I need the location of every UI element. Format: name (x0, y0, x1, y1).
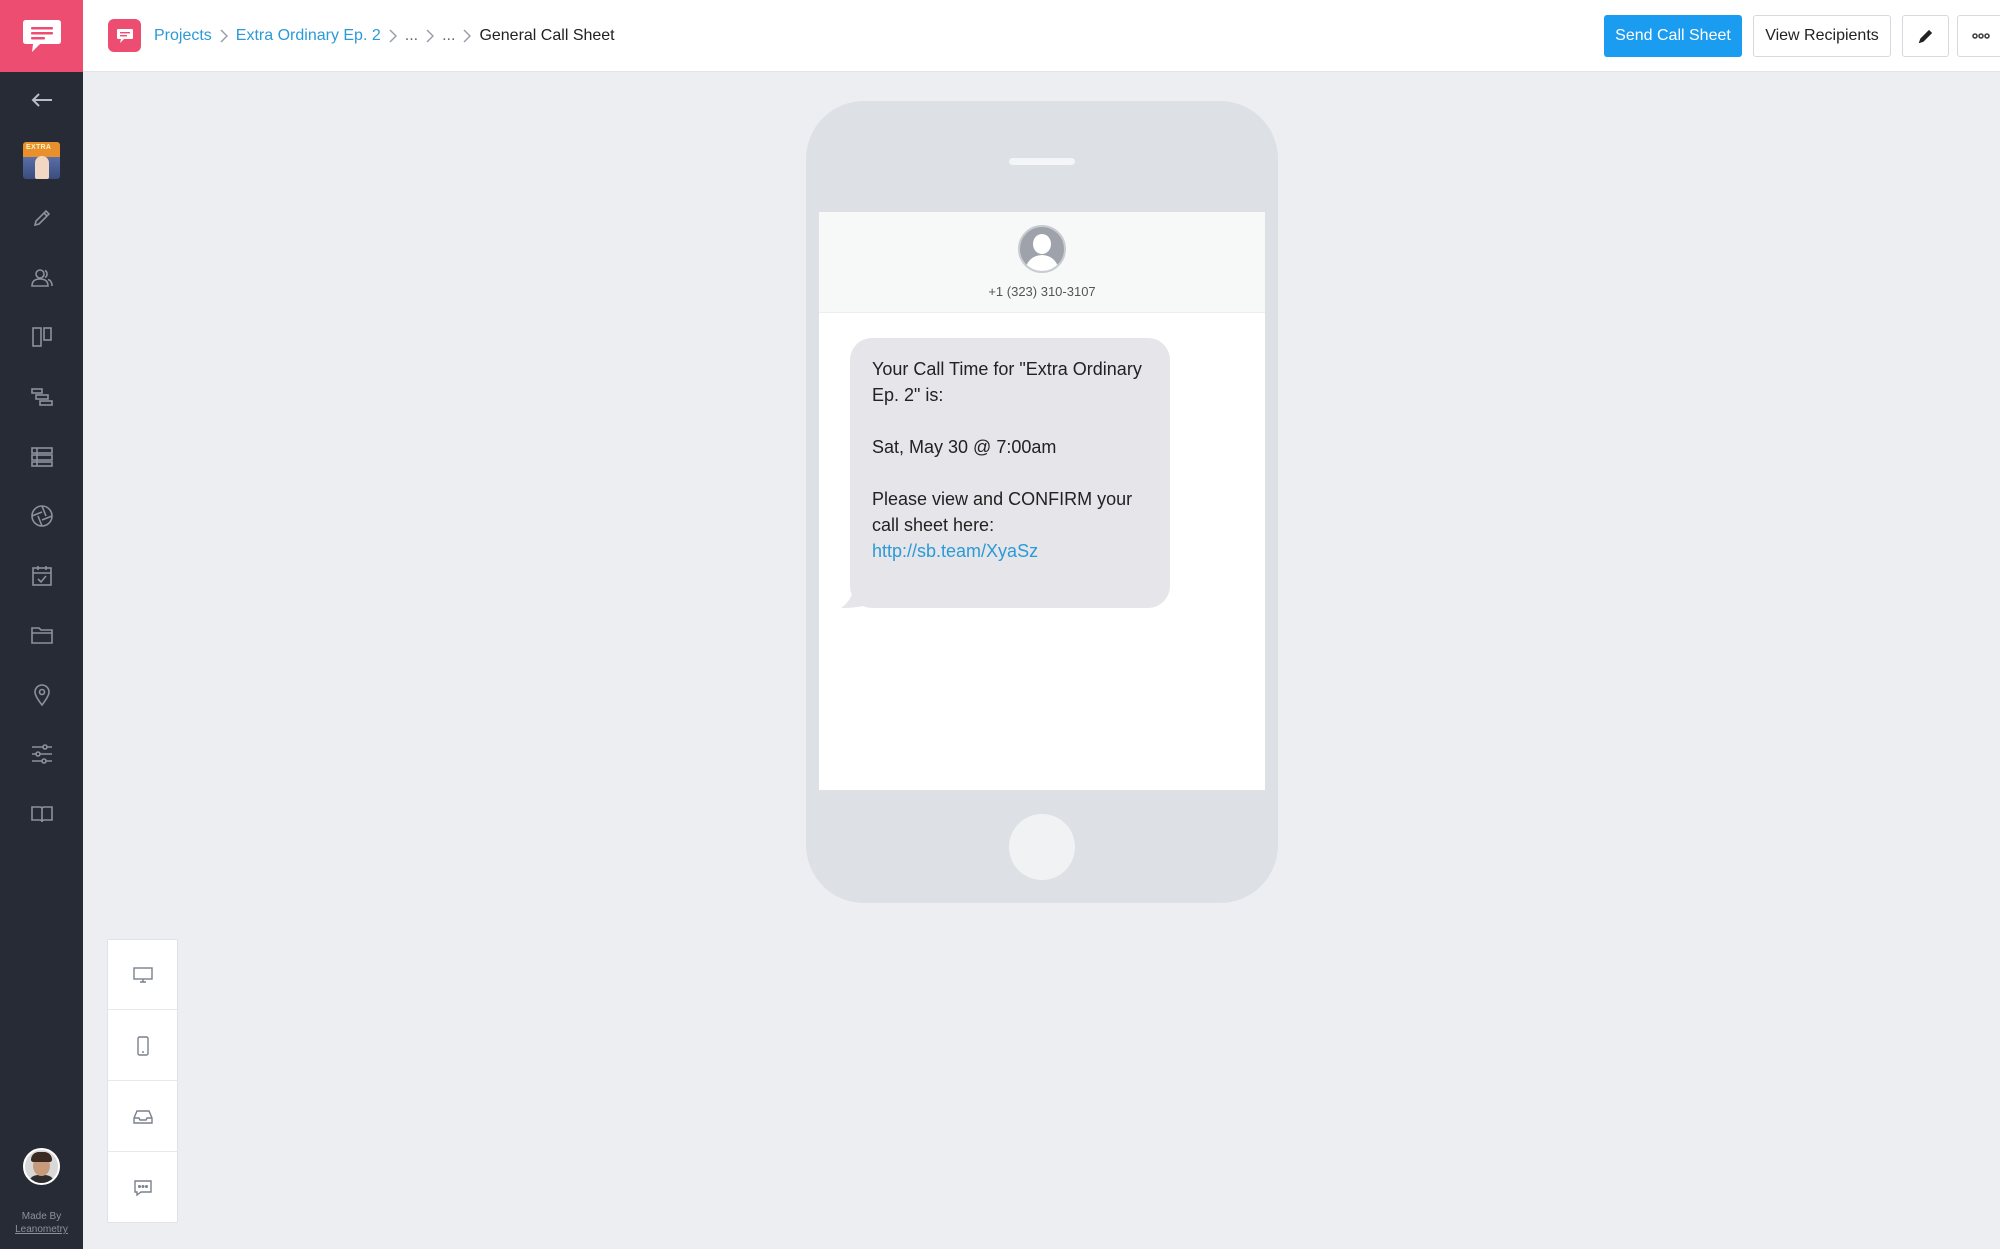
edit-button[interactable] (1902, 15, 1949, 57)
book-icon[interactable] (0, 794, 83, 834)
timeline-icon[interactable] (0, 377, 83, 417)
phone-preview: +1 (323) 310-3107 Your Call Time for "Ex… (806, 101, 1278, 903)
more-options-button[interactable] (1957, 15, 2000, 57)
phone-home-button (1009, 814, 1075, 880)
people-icon[interactable] (0, 258, 83, 298)
sliders-icon[interactable] (0, 734, 83, 774)
inbox-icon (132, 1109, 153, 1124)
pencil-icon[interactable] (0, 198, 83, 238)
message-line-call-time: Your Call Time for "Extra Ordinary Ep. 2… (872, 359, 1142, 405)
user-avatar[interactable] (23, 1148, 60, 1185)
breadcrumb-current: General Call Sheet (479, 27, 615, 44)
list-icon[interactable] (0, 437, 83, 477)
desktop-icon (132, 966, 153, 983)
app-logo[interactable] (0, 0, 83, 72)
breadcrumb-collapsed-1[interactable]: ... (405, 27, 418, 45)
phone-speaker (1009, 158, 1075, 165)
phone-screen: +1 (323) 310-3107 Your Call Time for "Ex… (819, 212, 1265, 790)
chevron-right-icon (389, 29, 397, 43)
mobile-phone-icon (136, 1035, 149, 1056)
breadcrumb-project[interactable]: Extra Ordinary Ep. 2 (236, 27, 381, 45)
pencil-icon (1918, 29, 1932, 44)
sms-view-toggle[interactable] (108, 1153, 177, 1223)
sms-bubble-icon (133, 1180, 152, 1197)
view-recipients-button[interactable]: View Recipients (1753, 15, 1891, 57)
project-thumbnail[interactable]: EXTRA (23, 142, 60, 179)
calendar-check-icon[interactable] (0, 556, 83, 596)
aperture-icon[interactable] (0, 496, 83, 536)
contact-avatar-icon (1018, 225, 1066, 273)
made-by-credit: Made By Leanometry (0, 1210, 83, 1236)
call-sheet-app-icon (108, 19, 141, 52)
message-link[interactable]: http://sb.team/XyaSz (872, 538, 1148, 564)
made-by-brand-link[interactable]: Leanometry (0, 1223, 83, 1236)
desktop-view-toggle[interactable] (108, 940, 177, 1010)
sidebar: EXTRA Made By Leanometry (0, 0, 83, 1249)
chevron-right-icon (220, 29, 228, 43)
breadcrumb-collapsed-2[interactable]: ... (442, 27, 455, 45)
board-icon[interactable] (0, 317, 83, 357)
breadcrumb: Projects Extra Ordinary Ep. 2 ... ... Ge… (154, 24, 615, 48)
made-by-label: Made By (21, 1211, 62, 1222)
sms-message-bubble: Your Call Time for "Extra Ordinary Ep. 2… (850, 338, 1170, 608)
message-header: +1 (323) 310-3107 (819, 212, 1265, 313)
chevron-right-icon (463, 29, 472, 43)
inbox-view-toggle[interactable] (108, 1082, 177, 1152)
top-bar: Projects Extra Ordinary Ep. 2 ... ... Ge… (83, 0, 2000, 72)
back-arrow-icon[interactable] (0, 80, 83, 120)
contact-phone-number: +1 (323) 310-3107 (988, 284, 1096, 299)
message-line-date: Sat, May 30 @ 7:00am (872, 437, 1057, 457)
mobile-view-toggle[interactable] (108, 1011, 177, 1081)
project-thumbnail-figure (35, 156, 49, 179)
preview-mode-toggles (107, 939, 178, 1223)
chat-logo-icon (22, 20, 61, 52)
folder-icon[interactable] (0, 615, 83, 655)
send-call-sheet-button[interactable]: Send Call Sheet (1604, 15, 1742, 57)
message-line-confirm: Please view and CONFIRM your call sheet … (872, 489, 1133, 535)
breadcrumb-projects[interactable]: Projects (154, 27, 212, 45)
chevron-right-icon (426, 29, 435, 43)
more-dots-icon (1971, 33, 1990, 39)
project-thumbnail-title: EXTRA (26, 144, 52, 151)
location-pin-icon[interactable] (0, 675, 83, 715)
